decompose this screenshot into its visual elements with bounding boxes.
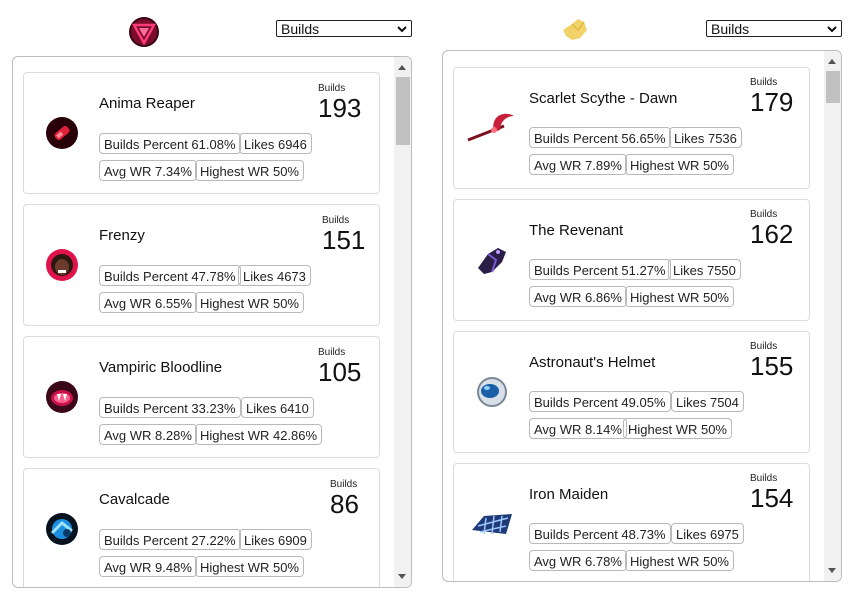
highest-wr-tag: Highest WR 50% bbox=[195, 556, 304, 577]
item-name: Cavalcade bbox=[99, 491, 170, 508]
avg-wr-tag: Avg WR 6.78% bbox=[529, 550, 627, 571]
item-card[interactable]: Cavalcade Builds 86 Builds Percent 27.22… bbox=[23, 468, 380, 587]
item-card[interactable]: Vampiric Bloodline Builds 105 Builds Per… bbox=[23, 336, 380, 458]
avg-wr-tag: Avg WR 8.14% bbox=[529, 418, 627, 439]
right-item-list-panel[interactable]: Scarlet Scythe - Dawn Builds 179 Builds … bbox=[442, 50, 842, 582]
item-name: Frenzy bbox=[99, 227, 145, 244]
builds-count: 162 bbox=[750, 219, 794, 249]
builds-percent-tag: Builds Percent 33.23% bbox=[99, 397, 241, 418]
builds-count: 105 bbox=[318, 357, 362, 387]
scroll-thumb[interactable] bbox=[826, 71, 840, 103]
likes-tag: Likes 6410 bbox=[241, 397, 314, 418]
highest-wr-tag: Highest WR 50% bbox=[195, 160, 304, 181]
builds-count: 151 bbox=[322, 225, 366, 255]
likes-tag: Likes 6909 bbox=[239, 529, 312, 550]
likes-tag: Likes 4673 bbox=[238, 265, 311, 286]
right-scrollbar[interactable] bbox=[824, 51, 841, 581]
builds-count: 193 bbox=[318, 93, 362, 123]
chevron-down-icon bbox=[827, 26, 837, 33]
avg-wr-tag: Avg WR 7.34% bbox=[99, 160, 197, 181]
highest-wr-tag: Highest WR 50% bbox=[625, 154, 734, 175]
builds-count: 179 bbox=[750, 87, 794, 117]
builds-percent-tag: Builds Percent 61.08% bbox=[99, 133, 241, 154]
highest-wr-tag: Highest WR 50% bbox=[195, 292, 304, 313]
builds-percent-tag: Builds Percent 49.05% bbox=[529, 391, 671, 412]
item-card[interactable]: Iron Maiden Builds 154 Builds Percent 48… bbox=[453, 463, 810, 581]
builds-percent-tag: Builds Percent 48.73% bbox=[529, 523, 671, 544]
highest-wr-tag: Highest WR 42.86% bbox=[195, 424, 323, 445]
item-card[interactable]: Scarlet Scythe - Dawn Builds 179 Builds … bbox=[453, 67, 810, 189]
left-item-list-panel[interactable]: Anima Reaper Builds 193 Builds Percent 6… bbox=[12, 56, 412, 588]
builds-count: 154 bbox=[750, 483, 794, 513]
left-sort-select[interactable]: Builds bbox=[276, 20, 412, 37]
highest-wr-tag: Highest WR 50% bbox=[625, 286, 734, 307]
scroll-thumb[interactable] bbox=[396, 77, 410, 145]
likes-tag: Likes 7550 bbox=[668, 259, 741, 280]
likes-tag: Likes 7504 bbox=[671, 391, 744, 412]
builds-count: 86 bbox=[330, 489, 359, 519]
scroll-up-arrow-icon[interactable] bbox=[398, 65, 406, 70]
item-card[interactable]: The Revenant Builds 162 Builds Percent 5… bbox=[453, 199, 810, 321]
builds-percent-tag: Builds Percent 47.78% bbox=[99, 265, 241, 286]
likes-tag: Likes 7536 bbox=[669, 127, 742, 148]
cavalcade-blue-icon bbox=[44, 511, 80, 547]
scroll-down-arrow-icon[interactable] bbox=[398, 574, 406, 579]
chevron-down-icon bbox=[397, 26, 407, 33]
right-sort-select[interactable]: Builds bbox=[706, 20, 842, 37]
revenant-icon bbox=[474, 242, 510, 278]
builds-count: 155 bbox=[750, 351, 794, 381]
yellow-glove-logo-icon bbox=[560, 16, 590, 44]
highest-wr-tag: Highest WR 50% bbox=[625, 550, 734, 571]
iron-maiden-icon bbox=[468, 506, 516, 542]
scroll-down-arrow-icon[interactable] bbox=[828, 568, 836, 573]
vampire-mouth-icon bbox=[44, 379, 80, 415]
pink-triangle-logo-icon bbox=[128, 16, 160, 48]
right-sort-select-value: Builds bbox=[711, 21, 750, 37]
avg-wr-tag: Avg WR 7.89% bbox=[529, 154, 627, 175]
builds-percent-tag: Builds Percent 51.27% bbox=[529, 259, 671, 280]
item-name: Anima Reaper bbox=[99, 95, 195, 112]
frenzy-face-icon bbox=[44, 247, 80, 283]
likes-tag: Likes 6946 bbox=[239, 133, 312, 154]
builds-percent-tag: Builds Percent 56.65% bbox=[529, 127, 671, 148]
scarlet-scythe-icon bbox=[464, 110, 518, 146]
astronaut-helmet-icon bbox=[474, 374, 510, 410]
item-name: Vampiric Bloodline bbox=[99, 359, 223, 376]
avg-wr-tag: Avg WR 8.28% bbox=[99, 424, 197, 445]
avg-wr-tag: Avg WR 9.48% bbox=[99, 556, 197, 577]
avg-wr-tag: Avg WR 6.55% bbox=[99, 292, 197, 313]
item-name: Scarlet Scythe - Dawn bbox=[529, 90, 678, 107]
item-card[interactable]: Astronaut's Helmet Builds 155 Builds Per… bbox=[453, 331, 810, 453]
item-name: The Revenant bbox=[529, 222, 624, 239]
red-vial-icon bbox=[44, 115, 80, 151]
highest-wr-tag: Highest WR 50% bbox=[623, 418, 732, 439]
item-name: Astronaut's Helmet bbox=[529, 354, 656, 371]
avg-wr-tag: Avg WR 6.86% bbox=[529, 286, 627, 307]
item-name: Iron Maiden bbox=[529, 486, 609, 503]
item-card[interactable]: Frenzy Builds 151 Builds Percent 47.78% … bbox=[23, 204, 380, 326]
left-sort-select-value: Builds bbox=[281, 21, 320, 37]
likes-tag: Likes 6975 bbox=[671, 523, 744, 544]
left-scrollbar[interactable] bbox=[394, 57, 411, 587]
item-card[interactable]: Anima Reaper Builds 193 Builds Percent 6… bbox=[23, 72, 380, 194]
scroll-up-arrow-icon[interactable] bbox=[828, 59, 836, 64]
builds-percent-tag: Builds Percent 27.22% bbox=[99, 529, 241, 550]
